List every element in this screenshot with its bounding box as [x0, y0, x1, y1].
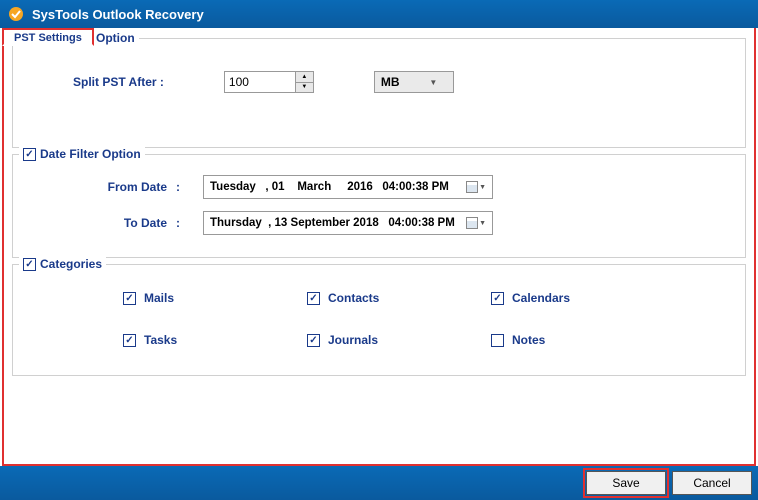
from-date-value: Tuesday , 01 March 2016 04:00:38 PM	[210, 181, 466, 193]
window-title: SysTools Outlook Recovery	[32, 7, 204, 22]
category-notes[interactable]: Notes	[491, 333, 675, 347]
app-logo-icon	[8, 6, 24, 22]
calendar-icon[interactable]: ▼	[466, 217, 486, 229]
datepicker-to[interactable]: Thursday , 13 September 2018 04:00:38 PM…	[203, 211, 493, 235]
spinner-split-value[interactable]: ▲ ▼	[224, 71, 314, 93]
checkbox-date-filter[interactable]: ✓	[23, 148, 36, 161]
category-mails[interactable]: ✓Mails	[123, 291, 307, 305]
save-button[interactable]: Save	[586, 471, 666, 495]
legend-categories: Categories	[40, 257, 102, 271]
content-area: ✓ PST Split Option Split PST After : ▲ ▼…	[2, 28, 756, 466]
spinner-down-icon[interactable]: ▼	[296, 83, 313, 93]
calendar-icon[interactable]: ▼	[466, 181, 486, 193]
chevron-down-icon: ▼	[414, 78, 453, 87]
input-split-value[interactable]	[225, 72, 295, 92]
combo-split-unit[interactable]: MB ▼	[374, 71, 454, 93]
datepicker-from[interactable]: Tuesday , 01 March 2016 04:00:38 PM ▼	[203, 175, 493, 199]
window: SysTools Outlook Recovery PST Settings ✓…	[0, 0, 758, 500]
checkbox-categories[interactable]: ✓	[23, 258, 36, 271]
category-tasks[interactable]: ✓Tasks	[123, 333, 307, 347]
legend-datefilter: Date Filter Option	[40, 147, 141, 161]
group-split-option: ✓ PST Split Option Split PST After : ▲ ▼…	[12, 38, 746, 148]
footer: Save Cancel	[0, 466, 758, 500]
combo-unit-value: MB	[375, 75, 414, 89]
to-date-value: Thursday , 13 September 2018 04:00:38 PM	[210, 217, 466, 229]
group-date-filter: ✓ Date Filter Option From Date: Tuesday …	[12, 154, 746, 258]
label-to-date: To Date:	[23, 216, 203, 230]
category-journals[interactable]: ✓Journals	[307, 333, 491, 347]
label-split-after: Split PST After :	[73, 75, 164, 89]
label-from-date: From Date:	[23, 180, 203, 194]
category-calendars[interactable]: ✓Calendars	[491, 291, 675, 305]
group-categories: ✓ Categories ✓Mails ✓Contacts ✓Calendars…	[12, 264, 746, 376]
tab-pst-settings[interactable]: PST Settings	[2, 28, 94, 46]
spinner-up-icon[interactable]: ▲	[296, 72, 313, 83]
cancel-button[interactable]: Cancel	[672, 471, 752, 495]
titlebar: SysTools Outlook Recovery	[0, 0, 758, 28]
category-contacts[interactable]: ✓Contacts	[307, 291, 491, 305]
